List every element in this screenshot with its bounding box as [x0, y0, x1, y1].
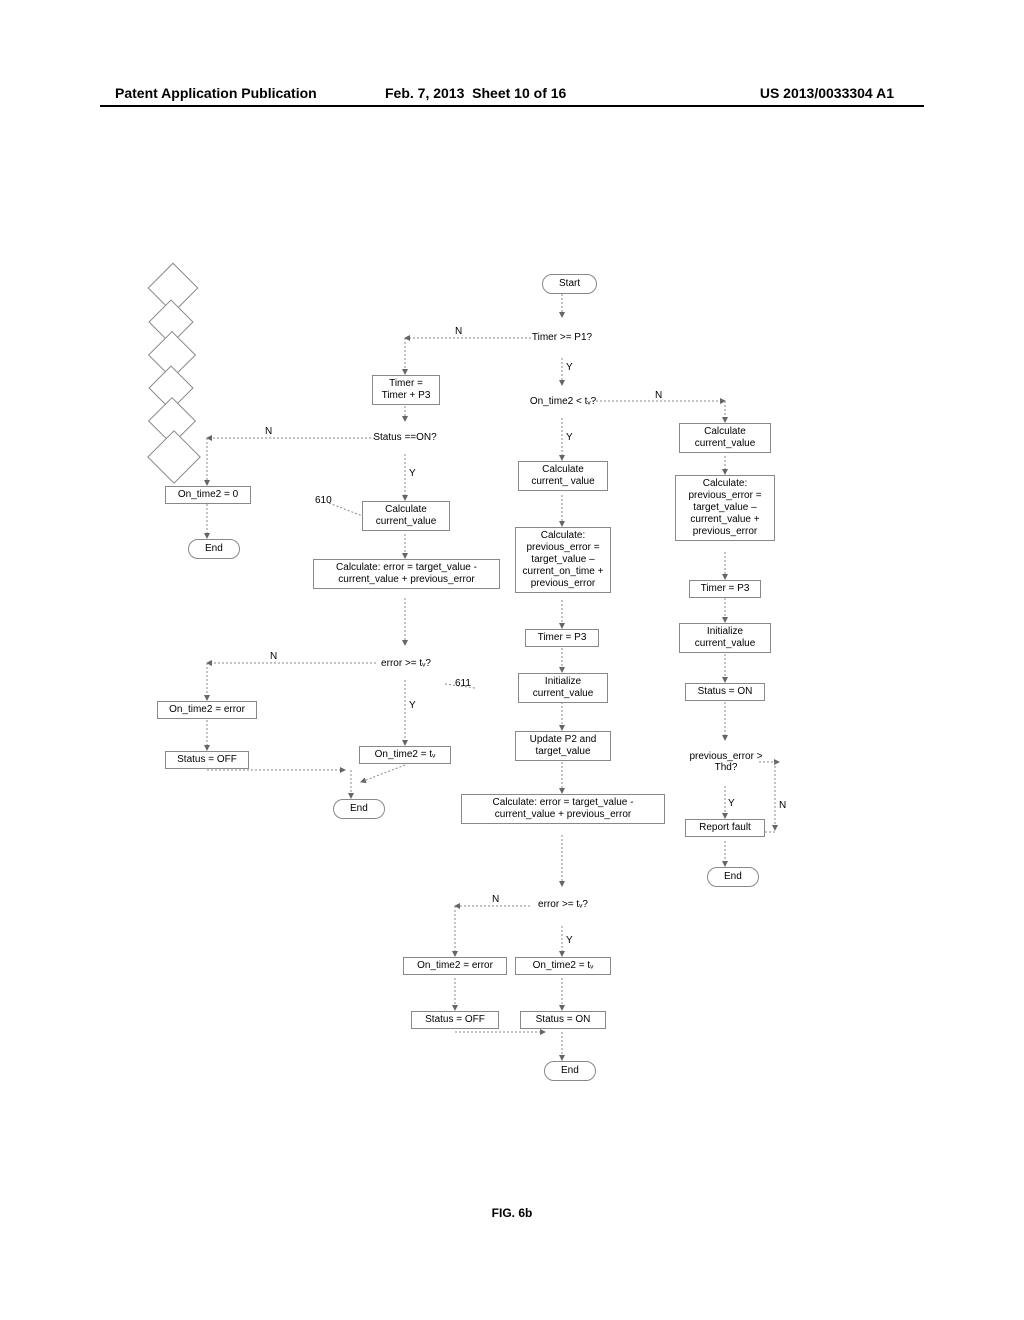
label-n-5: N — [492, 894, 499, 905]
label-n-4: N — [655, 390, 662, 401]
flowchart: Start Timer >= P1? Timer = Timer + P3 St… — [155, 270, 894, 1180]
end-bot-node: End — [544, 1061, 596, 1081]
header-date-sheet: Feb. 7, 2013 Sheet 10 of 16 — [385, 85, 566, 101]
rect-timer-p3-c: Timer = P3 — [689, 580, 761, 598]
rect-status-off-a: Status = OFF — [165, 751, 249, 769]
figure-label: FIG. 6b — [492, 1206, 533, 1220]
rect-calc-cv-c: Calculate current_value — [679, 423, 771, 453]
header-publication: Patent Application Publication — [115, 85, 317, 101]
header-pubnum: US 2013/0033304 A1 — [760, 85, 894, 101]
rect-ontime2-tv-b: On_time2 = tᵥ — [515, 957, 611, 975]
label-n-1: N — [455, 326, 462, 337]
end-mid-node: End — [333, 799, 385, 819]
rect-update-p2: Update P2 and target_value — [515, 731, 611, 761]
rect-init-cv-b: Initialize current_value — [518, 673, 608, 703]
rect-status-off-b: Status = OFF — [411, 1011, 499, 1029]
decision-err-tv-a-text: error >= tᵥ? — [368, 658, 444, 669]
rect-ontime2-err-b: On_time2 = error — [403, 957, 507, 975]
label-y-1: Y — [566, 362, 573, 373]
decision-err-tv-b-text: error >= tᵥ? — [525, 899, 601, 910]
rect-init-cv-c: Initialize current_value — [679, 623, 771, 653]
rect-calc-err-a: Calculate: error = target_value - curren… — [313, 559, 500, 589]
rect-status-on-b: Status = ON — [520, 1011, 606, 1029]
end-left-node: End — [188, 539, 240, 559]
rect-ontime2-err-a: On_time2 = error — [157, 701, 257, 719]
flow-connectors — [155, 270, 894, 1180]
rect-calc-err-b: Calculate: error = target_value - curren… — [461, 794, 665, 824]
ref-611: 611 — [455, 678, 471, 689]
start-node: Start — [542, 274, 597, 294]
label-y-2: Y — [409, 468, 416, 479]
rect-timer-p3-b: Timer = P3 — [525, 629, 599, 647]
ref-610: 610 — [315, 495, 332, 506]
decision-prev-thd-text: previous_error > Thd? — [679, 751, 773, 773]
rect-report-fault: Report fault — [685, 819, 765, 837]
rect-calc-prev-b: Calculate: previous_error = target_value… — [515, 527, 611, 593]
rect-calc-cv-b: Calculate current_ value — [518, 461, 608, 491]
header-rule — [100, 105, 924, 107]
decision-timer-p1-text: Timer >= P1? — [521, 332, 603, 343]
rect-calc-cv-a: Calculate current_value — [362, 501, 450, 531]
rect-calc-prev-c: Calculate: previous_error = target_value… — [675, 475, 775, 541]
decision-prev-thd — [147, 430, 201, 484]
label-y-5: Y — [566, 935, 573, 946]
label-n-3: N — [270, 651, 277, 662]
decision-ontime2-tv-text: On_time2 < tᵥ? — [513, 396, 613, 407]
label-n-6: N — [779, 800, 786, 811]
end-right-node: End — [707, 867, 759, 887]
label-y-3: Y — [409, 700, 416, 711]
label-y-6: Y — [728, 798, 735, 809]
rect-status-on-c: Status = ON — [685, 683, 765, 701]
label-y-4: Y — [566, 432, 573, 443]
label-n-2: N — [265, 426, 272, 437]
rect-ontime2-zero: On_time2 = 0 — [165, 486, 251, 504]
rect-ontime2-tv-a: On_time2 = tᵥ — [359, 746, 451, 764]
decision-status-on-text: Status ==ON? — [360, 432, 450, 443]
rect-timer-plus-p3: Timer = Timer + P3 — [372, 375, 440, 405]
